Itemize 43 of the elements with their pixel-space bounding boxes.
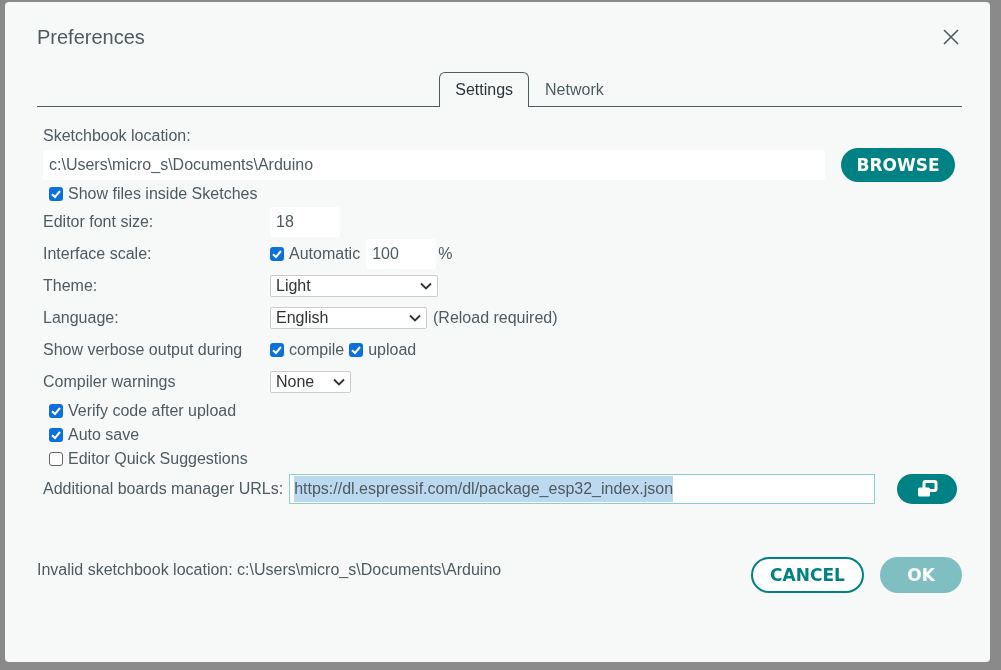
- checkbox[interactable]: [270, 343, 284, 357]
- chevron-down-icon: [420, 282, 432, 290]
- font-size-field[interactable]: 18: [270, 207, 340, 237]
- status-message: Invalid sketchbook location: c:\Users\micro_s\Documents\Arduino: [37, 560, 502, 579]
- tab[interactable]: Settings: [439, 72, 530, 107]
- checkbox-label: Editor Quick Suggestions: [68, 450, 248, 468]
- checkbox[interactable]: [49, 187, 63, 201]
- field-label: Interface scale:: [43, 244, 153, 264]
- checkbox[interactable]: [49, 428, 63, 442]
- checkbox[interactable]: [49, 452, 63, 466]
- checkbox-label: upload: [368, 341, 417, 359]
- chevron-down-icon: [333, 378, 345, 386]
- close-icon[interactable]: [943, 29, 959, 45]
- field-label: Theme:: [43, 276, 99, 296]
- field-label: Show verbose output during: [43, 340, 244, 360]
- unit-label: %: [438, 245, 453, 263]
- field-label: Sketchbook location:: [43, 126, 192, 146]
- browse-button[interactable]: BROWSE: [841, 148, 955, 182]
- dialog-title: Preferences: [37, 25, 145, 49]
- field-label: Language:: [43, 308, 120, 328]
- tab[interactable]: Network: [529, 72, 620, 107]
- theme-dropdown[interactable]: Light: [270, 275, 438, 297]
- checkbox[interactable]: [49, 404, 63, 418]
- reload-note: (Reload required): [433, 309, 558, 327]
- checkbox[interactable]: [270, 247, 284, 261]
- checkbox-label: Auto save: [68, 426, 140, 444]
- windows-icon: [916, 480, 939, 498]
- language-dropdown[interactable]: English: [270, 307, 427, 329]
- checkbox-label: Show files inside Sketches: [68, 185, 258, 203]
- checkbox-label: compile: [289, 341, 345, 359]
- warnings-dropdown[interactable]: None: [270, 371, 351, 393]
- chevron-down-icon: [409, 314, 421, 322]
- boards-url-field[interactable]: https://dl.espressif.com/dl/package_esp32_index.json: [289, 474, 876, 504]
- open-window-button[interactable]: [897, 474, 958, 504]
- field-label: Additional boards manager URLs:: [43, 479, 284, 499]
- checkbox-label: Automatic: [289, 245, 361, 263]
- sketchbook-field[interactable]: c:\Users\micro_s\Documents\Arduino: [43, 150, 825, 180]
- cancel-button[interactable]: CANCEL: [751, 557, 864, 593]
- scale-field[interactable]: 100: [366, 239, 437, 269]
- field-label: Compiler warnings: [43, 372, 177, 392]
- checkbox-label: Verify code after upload: [68, 402, 237, 420]
- checkbox[interactable]: [349, 343, 364, 357]
- field-label: Editor font size:: [43, 212, 155, 232]
